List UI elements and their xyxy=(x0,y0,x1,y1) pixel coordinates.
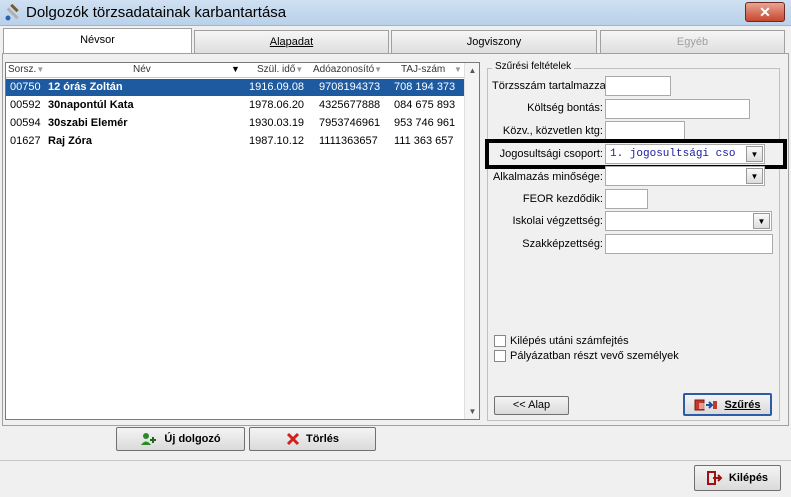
jogosultsagi-label: Jogosultsági csoport: xyxy=(499,148,603,160)
alkalmazas-label: Alkalmazás minősége: xyxy=(492,171,603,183)
uj-dolgozo-button[interactable]: Új dolgozó xyxy=(116,427,245,451)
app-tools-icon xyxy=(5,4,19,21)
cell-szul: 1987.10.12 xyxy=(249,135,305,147)
tab-egyeb: Egyéb xyxy=(600,30,785,54)
scroll-down-icon[interactable]: ▼ xyxy=(465,404,479,419)
kozv-label: Közv., közvetlen ktg: xyxy=(502,125,603,137)
iskolai-label: Iskolai végzettség: xyxy=(512,215,604,227)
kilepes-label: Kilépés xyxy=(728,472,769,484)
palyazat-checkbox[interactable] xyxy=(494,350,506,362)
cell-nev: Raj Zóra xyxy=(48,135,93,147)
sort-down-arrow-icon: ▼ xyxy=(231,64,240,74)
close-button[interactable]: ✕ xyxy=(745,2,785,22)
col-ado[interactable]: Adóazonosító▼ xyxy=(313,64,382,77)
kilepes-utani-label: Kilépés utáni számfejtés xyxy=(510,335,629,347)
scroll-up-icon[interactable]: ▲ xyxy=(465,63,479,78)
table-row[interactable]: 00750 12 órás Zoltán 1916.09.08 97081943… xyxy=(6,79,464,96)
kilepes-button[interactable]: Kilépés xyxy=(694,465,781,491)
sort-arrow-icon: ▼ xyxy=(36,65,45,74)
col-nev[interactable]: Név xyxy=(133,64,151,77)
szakkepz-input[interactable] xyxy=(605,234,773,254)
cell-szul: 1978.06.20 xyxy=(249,99,305,111)
sort-arrow-icon: ▼ xyxy=(374,65,383,74)
szures-button[interactable]: Szűrés xyxy=(683,393,772,416)
iskolai-select[interactable]: ▼ xyxy=(605,211,772,231)
table-row[interactable]: 00592 30napontúl Kata 1978.06.20 4325677… xyxy=(6,97,464,114)
torzsszam-input[interactable] xyxy=(605,76,671,96)
col-sorsz[interactable]: Sorsz.▼ xyxy=(8,64,44,77)
filter-group-title: Szűrési feltételek xyxy=(492,61,575,72)
exit-door-icon xyxy=(706,471,723,486)
alap-button[interactable]: << Alap xyxy=(494,396,569,415)
window-title: Dolgozók törzsadatainak karbantartása xyxy=(26,4,287,21)
sort-arrow-icon: ▼ xyxy=(295,65,304,74)
tab-alapadat[interactable]: Alapadat xyxy=(194,30,389,54)
add-user-icon xyxy=(141,433,157,446)
torles-button[interactable]: Törlés xyxy=(249,427,376,451)
szakkepz-label: Szakképzettség: xyxy=(522,238,603,250)
tab-nevsor[interactable]: Névsor xyxy=(3,28,192,53)
col-taj[interactable]: TAJ-szám xyxy=(401,64,445,77)
alkalmazas-select[interactable]: ▼ xyxy=(605,166,765,186)
koltseg-label: Költség bontás: xyxy=(527,102,603,114)
feor-label: FEOR kezdődik: xyxy=(522,193,603,205)
cell-ado: 4325677888 xyxy=(319,99,381,111)
grid-header: Sorsz.▼ Név ▼ Szül. idő▼ Adóazonosító▼ T… xyxy=(6,63,464,78)
bottom-separator xyxy=(0,460,791,461)
szures-label: Szűrés xyxy=(724,399,761,411)
chevron-down-icon[interactable]: ▼ xyxy=(746,168,763,184)
table-row[interactable]: 01627 Raj Zóra 1987.10.12 1111363657 111… xyxy=(6,133,464,150)
tab-label: Jogviszony xyxy=(466,36,522,48)
cell-nev: 30napontúl Kata xyxy=(48,99,134,111)
cell-sorsz: 00750 xyxy=(10,81,41,93)
tab-jogviszony[interactable]: Jogviszony xyxy=(391,30,597,54)
chevron-down-icon[interactable]: ▼ xyxy=(746,146,763,162)
grid-scrollbar[interactable]: ▲ ▼ xyxy=(464,63,479,419)
col-szul[interactable]: Szül. idő▼ xyxy=(257,64,303,77)
cell-sorsz: 01627 xyxy=(10,135,41,147)
tab-label: Alapadat xyxy=(269,36,314,48)
torzsszam-label: Törzsszám tartalmazza: xyxy=(492,80,609,92)
employee-grid[interactable]: Sorsz.▼ Név ▼ Szül. idő▼ Adóazonosító▼ T… xyxy=(5,62,480,420)
table-row[interactable]: 00594 30szabi Elemér 1930.03.19 79537469… xyxy=(6,115,464,132)
cell-szul: 1916.09.08 xyxy=(249,81,305,93)
sort-arrow-icon: ▼ xyxy=(454,65,462,74)
tab-label: Névsor xyxy=(80,34,115,46)
cell-sorsz: 00592 xyxy=(10,99,41,111)
jogosultsagi-value: 1. jogosultsági cso xyxy=(610,148,736,160)
cell-taj: 111 363 657 xyxy=(394,135,454,147)
uj-dolgozo-label: Új dolgozó xyxy=(164,433,221,445)
palyazat-label: Pályázatban részt vevő személyek xyxy=(510,350,679,362)
chevron-down-icon[interactable]: ▼ xyxy=(753,213,770,229)
koltseg-input[interactable] xyxy=(605,99,750,119)
cell-ado: 1111363657 xyxy=(319,135,378,147)
cell-taj: 084 675 893 xyxy=(394,99,456,111)
cell-ado: 7953746961 xyxy=(319,117,381,129)
cell-ado: 9708194373 xyxy=(319,81,381,93)
kilepes-utani-checkbox[interactable] xyxy=(494,335,506,347)
torles-label: Törlés xyxy=(305,433,339,445)
cell-szul: 1930.03.19 xyxy=(249,117,305,129)
title-bar: Dolgozók törzsadatainak karbantartása ✕ xyxy=(0,0,791,26)
cell-taj: 708 194 373 xyxy=(394,81,456,93)
cell-nev: 30szabi Elemér xyxy=(48,117,128,129)
cell-sorsz: 00594 xyxy=(10,117,41,129)
cell-nev: 12 órás Zoltán xyxy=(48,81,123,93)
cell-taj: 953 746 961 xyxy=(394,117,456,129)
delete-x-icon xyxy=(286,433,300,446)
kozv-input[interactable] xyxy=(605,121,685,141)
jogosultsagi-select[interactable]: 1. jogosultsági cso ▼ xyxy=(605,144,765,164)
tab-label: Egyéb xyxy=(676,36,709,48)
filter-icon xyxy=(694,399,718,411)
feor-input[interactable] xyxy=(605,189,648,209)
